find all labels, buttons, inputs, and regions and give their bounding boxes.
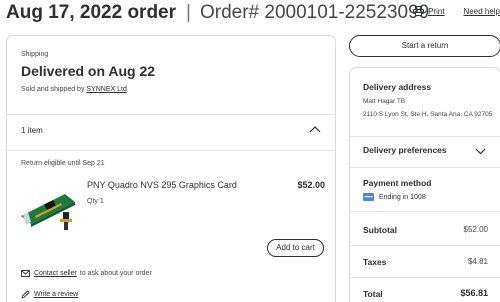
top-links: Print Need help (413, 6, 500, 16)
contact-seller-link[interactable]: Contact seller (34, 270, 77, 277)
print-label: Print (428, 6, 445, 16)
divider (7, 150, 335, 151)
sold-by-prefix: Sold and shipped by (21, 86, 85, 93)
divider (7, 114, 335, 115)
order-number: Order# 2000101-22523099 (199, 2, 430, 23)
divider (350, 277, 500, 278)
order-summary-card: Delivery address Matt Hagar TB 2110 S Ly… (349, 67, 500, 302)
start-return-button[interactable]: Start a return (349, 35, 500, 57)
write-review-row: Write a review (21, 290, 78, 299)
order-date: Aug 17, 2022 order (6, 2, 177, 23)
contact-seller-suffix: to ask about your order (79, 270, 152, 277)
address-name: Matt Hagar TB (363, 98, 406, 105)
divider (350, 167, 500, 168)
shipping-label: Shipping (21, 51, 49, 58)
return-eligibility: Return eligible until Sep 21 (21, 160, 105, 167)
payment-method-heading: Payment method (363, 178, 432, 188)
subtotal-value: $52.00 (463, 225, 488, 234)
product-name[interactable]: PNY Quadro NVS 295 Graphics Card (87, 180, 237, 190)
delivery-status: Delivered on Aug 22 (21, 63, 156, 79)
delivery-address-heading: Delivery address (363, 82, 432, 92)
printer-icon (413, 6, 425, 16)
header-separator: | (186, 2, 191, 23)
print-link[interactable]: Print (413, 6, 445, 16)
payment-card-row: Ending in 1008 (363, 193, 426, 201)
product-quantity: Qty 1 (87, 198, 104, 205)
product-price: $52.00 (297, 180, 325, 190)
credit-card-icon (363, 193, 374, 201)
total-value: $56.81 (460, 288, 488, 298)
chevron-up-icon[interactable] (309, 125, 321, 133)
total-label: Total (363, 289, 383, 299)
add-to-cart-button[interactable]: Add to cart (267, 239, 324, 257)
items-count: 1 item (21, 126, 43, 135)
taxes-label: Taxes (363, 257, 387, 267)
divider (350, 211, 500, 212)
contact-seller-row: Contact seller to ask about your order (21, 270, 152, 277)
write-review-link[interactable]: Write a review (34, 291, 78, 298)
help-link[interactable]: Need help (464, 7, 500, 16)
shipment-card: Shipping Delivered on Aug 22 Sold and sh… (6, 35, 336, 302)
address-line: 2110 S Lyon St, Ste H, Santa Ana, CA 927… (363, 111, 493, 118)
taxes-value: $4.81 (467, 257, 488, 266)
delivery-preferences-heading[interactable]: Delivery preferences (363, 145, 447, 155)
subtotal-label: Subtotal (363, 225, 397, 235)
payment-card-ending: Ending in 1008 (379, 193, 426, 201)
divider (350, 245, 500, 246)
chevron-down-icon[interactable] (475, 148, 486, 155)
divider (350, 136, 500, 137)
sold-by-line: Sold and shipped by SYNNEX Ltd (21, 86, 127, 93)
seller-link[interactable]: SYNNEX Ltd (86, 86, 126, 93)
product-image[interactable] (19, 182, 81, 232)
order-header: Aug 17, 2022 order | Order# 2000101-2252… (6, 1, 429, 25)
mail-icon (21, 270, 30, 277)
pencil-icon (21, 290, 30, 299)
